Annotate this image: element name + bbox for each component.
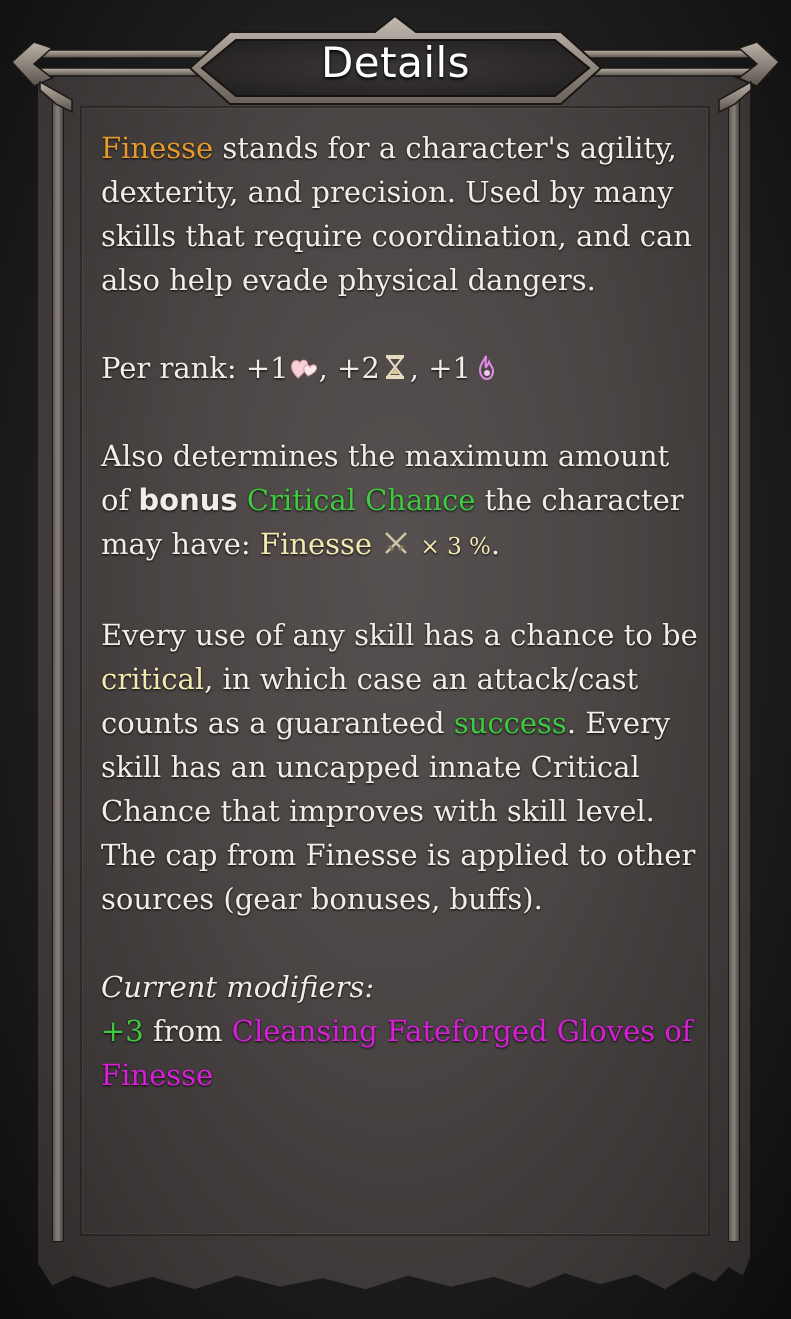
modifier-from: from bbox=[143, 1014, 232, 1048]
per-rank-line: Per rank: +1, +2, +1 bbox=[101, 346, 701, 390]
per-rank-value-2: +2 bbox=[337, 351, 380, 385]
modifiers-section: Current modifiers: +3 from Cleansing Fate… bbox=[101, 965, 701, 1097]
intro-paragraph: Finesse stands for a character's agility… bbox=[101, 126, 701, 302]
frame-left-bar bbox=[52, 100, 64, 1242]
details-content: Finesse stands for a character's agility… bbox=[101, 126, 701, 1097]
modifiers-heading: Current modifiers: bbox=[101, 970, 375, 1004]
flame-icon bbox=[478, 355, 494, 381]
critical-chance-keyword: Critical Chance bbox=[246, 483, 476, 517]
per-rank-sep-2: , bbox=[409, 351, 429, 385]
per-rank-value-3: +1 bbox=[428, 351, 471, 385]
per-rank-value-1: +1 bbox=[245, 351, 289, 385]
success-keyword: success bbox=[453, 706, 567, 740]
formula-multiplier: × 3 % bbox=[420, 534, 491, 560]
bonus-word: bonus bbox=[138, 483, 238, 517]
per-rank-sep-1: , bbox=[318, 351, 338, 385]
critical-keyword: critical bbox=[101, 662, 205, 696]
crossed-swords-icon bbox=[385, 532, 408, 554]
frame-right-bar bbox=[728, 100, 740, 1242]
crit-cap-end: . bbox=[490, 527, 501, 561]
finesse-keyword: Finesse bbox=[101, 131, 214, 165]
page-title: Details bbox=[320, 38, 471, 87]
crit-explain-paragraph: Every use of any skill has a chance to b… bbox=[101, 613, 701, 921]
modifier-value: +3 bbox=[101, 1014, 144, 1048]
hourglass-icon bbox=[385, 355, 404, 379]
crit-explain-text-1: Every use of any skill has a chance to b… bbox=[101, 618, 698, 652]
per-rank-label: Per rank: bbox=[101, 351, 246, 385]
hearts-icon bbox=[290, 359, 317, 379]
formula-stat: Finesse bbox=[259, 527, 373, 561]
crit-cap-paragraph: Also determines the maximum amount of bo… bbox=[101, 434, 701, 569]
